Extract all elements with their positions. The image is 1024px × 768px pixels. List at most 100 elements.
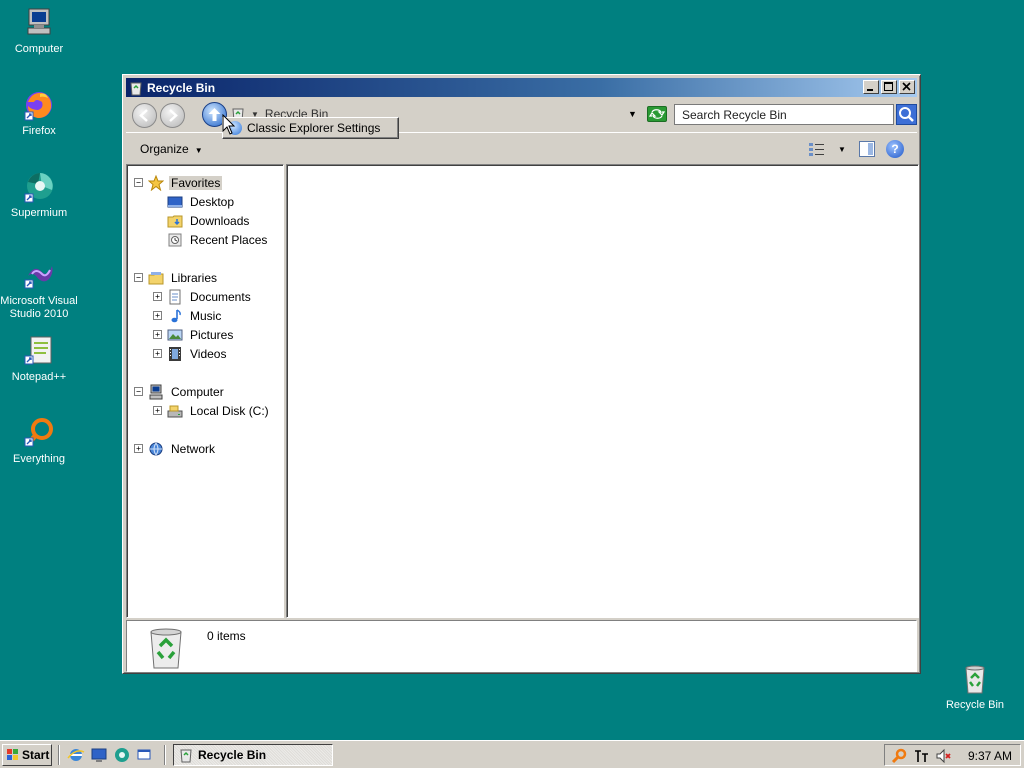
refresh-button[interactable] bbox=[647, 106, 667, 122]
taskbar-button-label: Recycle Bin bbox=[198, 748, 267, 762]
start-label: Start bbox=[22, 748, 50, 762]
documents-icon bbox=[169, 289, 181, 304]
desktop-icon-firefox[interactable]: Firefox bbox=[0, 88, 79, 138]
start-button[interactable]: Start bbox=[2, 744, 52, 766]
tree-label: Downloads bbox=[190, 213, 250, 228]
taskbar-divider bbox=[164, 745, 166, 765]
expand-icon[interactable]: + bbox=[153, 406, 162, 415]
organize-label: Organize bbox=[140, 142, 189, 156]
desktop-icon-label: Microsoft Visual Studio 2010 bbox=[0, 295, 78, 320]
organize-menu[interactable]: Organize ▼ bbox=[140, 142, 203, 156]
input-language-icon[interactable] bbox=[913, 748, 929, 764]
desktop-icon-visual-studio[interactable]: Microsoft Visual Studio 2010 bbox=[0, 258, 79, 321]
search-button[interactable] bbox=[896, 104, 917, 125]
collapse-icon[interactable]: − bbox=[134, 273, 143, 282]
refresh-icon bbox=[648, 109, 666, 119]
tree-item-recent-places[interactable]: Recent Places bbox=[167, 231, 269, 248]
expand-icon[interactable]: + bbox=[153, 311, 162, 320]
volume-muted-icon[interactable] bbox=[935, 748, 951, 764]
notepadpp-icon bbox=[24, 336, 52, 365]
switch-windows-icon[interactable] bbox=[136, 746, 154, 764]
collapse-icon[interactable]: − bbox=[134, 387, 143, 396]
change-view-icon[interactable] bbox=[808, 141, 826, 157]
tree-item-desktop[interactable]: Desktop bbox=[167, 193, 236, 210]
downloads-folder-icon bbox=[167, 215, 183, 227]
tree-label: Recent Places bbox=[190, 232, 268, 247]
tree-label: Libraries bbox=[171, 270, 218, 285]
tree-item-music[interactable]: + Music bbox=[153, 307, 223, 324]
tree-item-libraries[interactable]: − Libraries bbox=[134, 269, 219, 286]
taskbar: Start Recycle Bin 9:37 AM bbox=[0, 740, 1024, 768]
music-icon bbox=[171, 308, 181, 322]
explorer-window: Recycle Bin ▼ Recycle Bin ▼ Search Recyc… bbox=[122, 74, 921, 674]
everything-tray-icon[interactable] bbox=[891, 748, 907, 764]
close-button[interactable] bbox=[899, 80, 915, 94]
libraries-icon bbox=[148, 271, 164, 284]
tree-label: Computer bbox=[171, 384, 224, 399]
videos-icon bbox=[169, 346, 181, 361]
file-list-pane[interactable] bbox=[286, 164, 919, 618]
tree-label: Network bbox=[171, 441, 216, 456]
tree-label: Favorites bbox=[169, 175, 223, 190]
minimize-button[interactable] bbox=[863, 80, 879, 94]
classic-explorer-settings-menu[interactable]: Classic Explorer Settings bbox=[222, 117, 399, 139]
mouse-cursor-icon bbox=[222, 114, 236, 135]
taskbar-button-recycle-bin[interactable]: Recycle Bin bbox=[173, 744, 333, 766]
tree-item-computer[interactable]: − Computer bbox=[134, 383, 226, 400]
expand-icon[interactable]: + bbox=[153, 292, 162, 301]
internet-explorer-icon[interactable] bbox=[67, 746, 85, 764]
expand-icon[interactable]: + bbox=[153, 330, 162, 339]
desktop-icon-label: Computer bbox=[14, 43, 64, 55]
desktop-icon-label: Supermium bbox=[10, 207, 68, 219]
chevron-down-icon: ▼ bbox=[194, 146, 203, 155]
recent-places-icon bbox=[168, 233, 182, 246]
window-title: Recycle Bin bbox=[147, 80, 216, 95]
tree-label: Videos bbox=[190, 346, 227, 361]
help-button[interactable]: ? bbox=[886, 140, 904, 158]
recycle-bin-icon bbox=[150, 628, 182, 669]
tree-item-pictures[interactable]: + Pictures bbox=[153, 326, 235, 343]
supermium-icon[interactable] bbox=[113, 746, 131, 764]
forward-button[interactable] bbox=[160, 103, 185, 128]
network-icon bbox=[149, 442, 163, 455]
expand-icon[interactable]: + bbox=[134, 444, 143, 453]
tree-item-network[interactable]: + Network bbox=[134, 440, 217, 457]
forward-arrow-icon bbox=[169, 109, 178, 122]
tree-item-favorites[interactable]: − Favorites bbox=[134, 174, 223, 191]
desktop-icon-recycle-bin[interactable]: Recycle Bin bbox=[935, 662, 1015, 712]
back-button[interactable] bbox=[132, 103, 157, 128]
desktop-folder-icon bbox=[167, 196, 183, 207]
menu-item-classic-explorer-settings[interactable]: Classic Explorer Settings bbox=[247, 121, 380, 135]
tree-label: Documents bbox=[190, 289, 251, 304]
tree-label: Music bbox=[190, 308, 222, 323]
clock[interactable]: 9:37 AM bbox=[968, 749, 1012, 763]
desktop-icon-notepadpp[interactable]: Notepad++ bbox=[0, 334, 79, 384]
maximize-icon bbox=[884, 82, 893, 91]
expand-icon[interactable]: + bbox=[153, 349, 162, 358]
address-dropdown-icon[interactable]: ▼ bbox=[628, 109, 637, 119]
collapse-icon[interactable]: − bbox=[134, 178, 143, 187]
firefox-icon bbox=[24, 92, 52, 121]
search-input[interactable] bbox=[674, 104, 894, 125]
computer-icon bbox=[27, 8, 51, 35]
desktop-icon-computer[interactable]: Computer bbox=[0, 6, 79, 56]
desktop-icon-supermium[interactable]: Supermium bbox=[0, 170, 79, 220]
recycle-bin-icon bbox=[965, 665, 985, 694]
desktop-icon-everything[interactable]: Everything bbox=[0, 416, 79, 466]
local-disk-icon bbox=[167, 405, 183, 417]
tree-item-videos[interactable]: + Videos bbox=[153, 345, 228, 362]
title-bar[interactable]: Recycle Bin bbox=[126, 78, 917, 97]
desktop-icon-label: Everything bbox=[13, 453, 65, 465]
taskbar-divider bbox=[58, 745, 60, 765]
tree-item-local-disk[interactable]: + Local Disk (C:) bbox=[153, 402, 271, 419]
view-options-chevron-icon[interactable]: ▼ bbox=[838, 145, 846, 154]
tree-item-documents[interactable]: + Documents bbox=[153, 288, 253, 305]
maximize-button[interactable] bbox=[881, 80, 897, 94]
show-desktop-icon[interactable] bbox=[90, 746, 108, 764]
close-icon bbox=[902, 82, 911, 91]
tree-item-downloads[interactable]: Downloads bbox=[167, 212, 251, 229]
desktop-icon-label: Notepad++ bbox=[11, 371, 67, 383]
minimize-icon bbox=[867, 89, 873, 91]
supermium-icon bbox=[24, 173, 53, 203]
preview-pane-button[interactable] bbox=[859, 141, 875, 157]
